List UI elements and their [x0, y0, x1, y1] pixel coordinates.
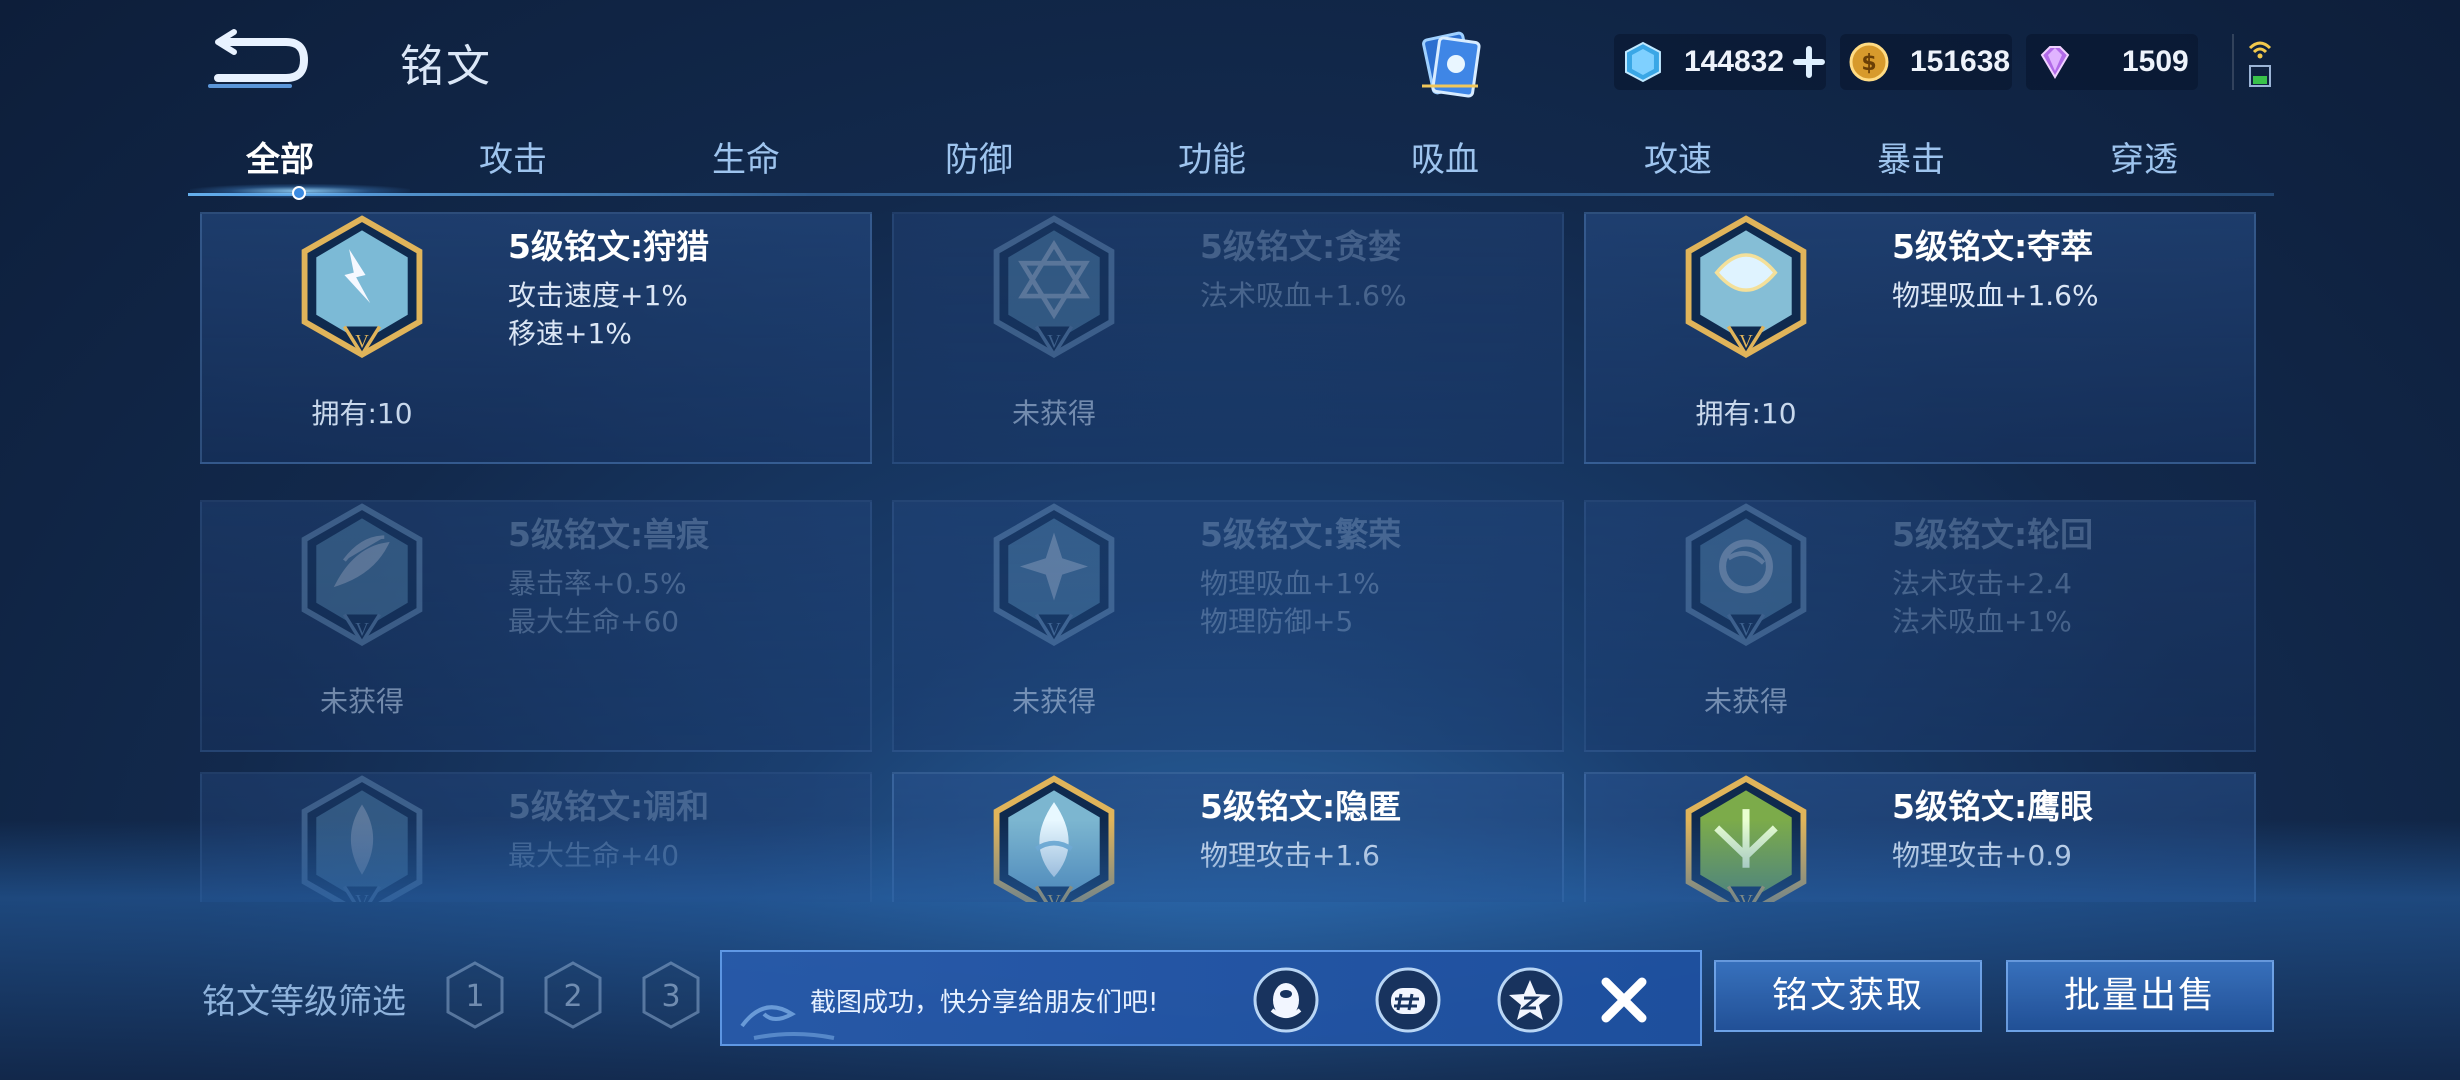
- tab-penetration[interactable]: 穿透: [2044, 132, 2244, 181]
- svg-text:$: $: [1861, 51, 1876, 76]
- rune-card[interactable]: V 5级铭文:夺萃物理吸血+1.6% 拥有:10: [1584, 212, 2256, 464]
- diamond-currency: 1509: [2026, 34, 2198, 90]
- level-filter-3[interactable]: 3: [640, 960, 702, 1030]
- wifi-signal-icon: [2248, 41, 2272, 87]
- divider: [2232, 34, 2234, 90]
- add-gem-button[interactable]: [1792, 45, 1826, 79]
- rune-name: 5级铭文:繁荣: [1200, 515, 1402, 554]
- gold-currency: $ 151638: [1840, 34, 2012, 90]
- tab-health[interactable]: 生命: [646, 132, 846, 181]
- rune-stat-2: 最大生命+60: [508, 605, 680, 638]
- purple-diamond-icon: [2040, 46, 2070, 79]
- toast-message: 截图成功，快分享给朋友们吧!: [810, 988, 1159, 1018]
- tab-lifesteal[interactable]: 吸血: [1345, 132, 1545, 181]
- gem-icon: [1624, 41, 1661, 83]
- rune-stat-2: 物理防御+5: [1200, 605, 1354, 638]
- rune-emblem-icon: V: [993, 503, 1115, 646]
- rune-card[interactable]: V 5级铭文:兽痕暴击率+0.5% 最大生命+60 未获得: [200, 500, 872, 752]
- rune-emblem-icon: V: [1685, 215, 1807, 358]
- rune-stat-2: 法术吸血+1%: [1892, 605, 2072, 638]
- rune-owned-count: 未获得: [1703, 685, 1788, 718]
- rune-name: 5级铭文:狩猎: [508, 227, 710, 266]
- rune-owned-count: 拥有:10: [1695, 397, 1797, 430]
- svg-text:V: V: [1047, 620, 1061, 641]
- rune-emblem-icon: V: [301, 503, 423, 646]
- level-filter-2-label: 2: [563, 979, 582, 1014]
- rune-grid: V 5级铭文:狩猎攻击速度+1% 移速+1% 拥有:10 V 5级铭文:贪婪法术吸血+1.…: [200, 212, 2260, 902]
- rune-name: 5级铭文:贪婪: [1200, 227, 1402, 266]
- level-filter-label: 铭文等级筛选: [202, 982, 406, 1022]
- gem-currency: 144832: [1614, 34, 1826, 90]
- rune-card[interactable]: V 5级铭文:贪婪法术吸血+1.6% 未获得: [892, 212, 1564, 464]
- rune-owned-count: 拥有:10: [311, 397, 413, 430]
- qq-penguin-icon[interactable]: [1252, 966, 1320, 1034]
- rune-name: 5级铭文:夺萃: [1892, 227, 2094, 266]
- rune-stat-1: 暴击率+0.5%: [508, 567, 687, 600]
- rune-emblem-icon: V: [301, 215, 423, 358]
- svg-text:V: V: [1739, 620, 1753, 641]
- wechat-moments-icon[interactable]: [1374, 966, 1442, 1034]
- rune-card[interactable]: V 5级铭文:轮回法术攻击+2.4 法术吸血+1% 未获得: [1584, 500, 2256, 752]
- level-filter-3-label: 3: [661, 979, 680, 1014]
- screenshot-share-toast: 截图成功，快分享给朋友们吧!: [720, 950, 1702, 1046]
- diamond-amount: 1509: [2122, 45, 2189, 78]
- category-tabs: 全部 攻击 生命 防御 功能 吸血 攻速 暴击 穿透: [180, 132, 2280, 192]
- rune-emblem-icon: V: [993, 215, 1115, 358]
- svg-text:V: V: [355, 620, 369, 641]
- rune-stat-1: 物理吸血+1.6%: [1892, 279, 2099, 312]
- tab-attack-speed[interactable]: 攻速: [1578, 132, 1778, 181]
- close-icon[interactable]: [1596, 972, 1652, 1028]
- rune-stat-1: 攻击速度+1%: [508, 279, 688, 312]
- rune-stat-1: 法术攻击+2.4: [1892, 567, 2072, 600]
- rune-book-icon[interactable]: [1412, 28, 1488, 100]
- rune-emblem-icon: V: [1685, 503, 1807, 646]
- rune-owned-count: 未获得: [1011, 685, 1096, 718]
- rune-owned-count: 未获得: [1011, 397, 1096, 430]
- svg-text:V: V: [1739, 332, 1753, 353]
- level-filter-2[interactable]: 2: [542, 960, 604, 1030]
- tab-all[interactable]: 全部: [180, 132, 380, 181]
- tab-underline: [188, 193, 2274, 196]
- rune-acquire-button[interactable]: 铭文获取: [1714, 960, 1982, 1032]
- gold-amount: 151638: [1910, 45, 2011, 78]
- rune-stat-1: 法术吸血+1.6%: [1200, 279, 1407, 312]
- rune-owned-count: 未获得: [319, 685, 404, 718]
- back-arrow-icon: [208, 29, 309, 88]
- svg-text:V: V: [1047, 332, 1061, 353]
- level-filter-1-label: 1: [465, 979, 484, 1014]
- rune-name: 5级铭文:轮回: [1892, 515, 2094, 554]
- rune-name: 5级铭文:兽痕: [508, 515, 710, 554]
- tab-critical[interactable]: 暴击: [1811, 132, 2011, 181]
- level-filter-1[interactable]: 1: [444, 960, 506, 1030]
- gold-coin-icon: $: [1849, 42, 1889, 82]
- qzone-star-icon[interactable]: [1496, 966, 1564, 1034]
- svg-text:V: V: [355, 332, 369, 353]
- rune-card[interactable]: V 5级铭文:繁荣物理吸血+1% 物理防御+5 未获得: [892, 500, 1564, 752]
- rune-card[interactable]: V 5级铭文:狩猎攻击速度+1% 移速+1% 拥有:10: [200, 212, 872, 464]
- tab-utility[interactable]: 功能: [1112, 132, 1312, 181]
- back-button[interactable]: [200, 22, 320, 94]
- tab-defense[interactable]: 防御: [879, 132, 1079, 181]
- page-title: 铭文: [400, 41, 492, 92]
- active-tab-indicator: [292, 186, 306, 200]
- tab-attack[interactable]: 攻击: [413, 132, 613, 181]
- rune-stat-2: 移速+1%: [508, 317, 632, 350]
- gem-amount: 144832: [1683, 45, 1785, 78]
- bulk-sell-button[interactable]: 批量出售: [2006, 960, 2274, 1032]
- rune-stat-1: 物理吸血+1%: [1200, 567, 1380, 600]
